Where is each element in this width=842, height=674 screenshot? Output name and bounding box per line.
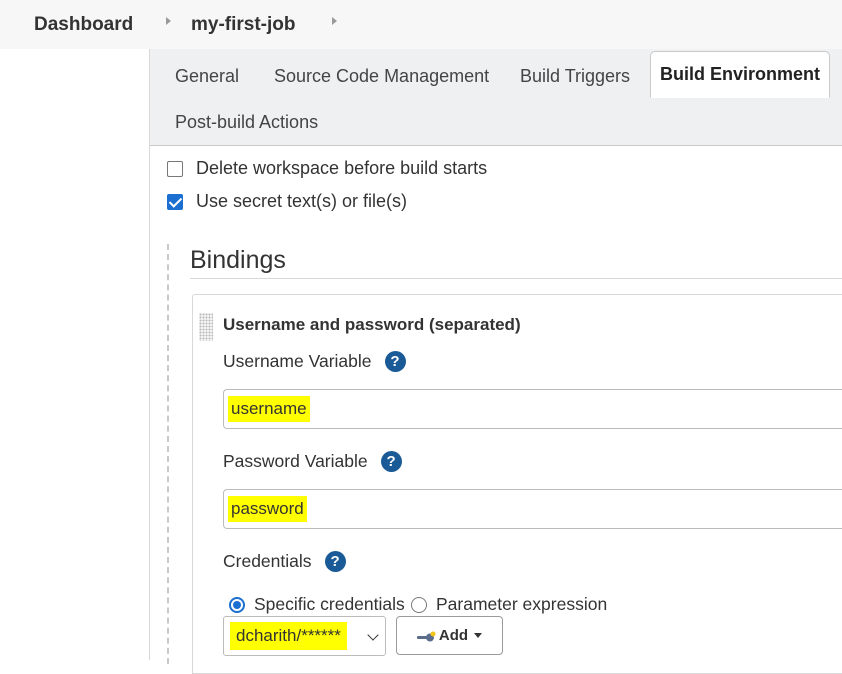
breadcrumb-dashboard[interactable]: Dashboard	[34, 14, 133, 36]
tab-general[interactable]: General	[175, 66, 239, 87]
parameter-expression-option[interactable]: Parameter expression	[411, 594, 607, 615]
credentials-label: Credentials ?	[223, 551, 346, 572]
username-variable-label: Username Variable ?	[223, 351, 406, 372]
help-icon[interactable]: ?	[384, 351, 406, 372]
credentials-selected-value: dcharith/******	[230, 622, 347, 650]
tab-build-environment[interactable]: Build Environment	[650, 51, 830, 98]
tab-source-code-management[interactable]: Source Code Management	[274, 66, 489, 87]
parameter-expression-radio[interactable]	[411, 596, 427, 613]
caret-down-icon	[474, 633, 483, 638]
delete-workspace-checkbox[interactable]	[167, 160, 183, 177]
password-variable-input[interactable]: password	[223, 489, 842, 529]
tab-build-triggers[interactable]: Build Triggers	[520, 66, 630, 87]
username-variable-value: username	[228, 396, 310, 422]
username-variable-text: Username Variable	[223, 351, 372, 371]
specific-credentials-option[interactable]: Specific credentials	[229, 594, 405, 615]
parameter-expression-label: Parameter expression	[436, 594, 608, 614]
key-icon	[416, 630, 437, 642]
password-variable-text: Password Variable	[223, 451, 368, 471]
section-indent-line	[167, 244, 169, 664]
username-variable-input[interactable]: username	[223, 389, 842, 429]
binding-type-title: Username and password (separated)	[223, 315, 521, 334]
use-secret-label: Use secret text(s) or file(s)	[196, 191, 408, 211]
tab-post-build-actions[interactable]: Post-build Actions	[175, 112, 318, 133]
breadcrumb: Dashboard my-first-job	[0, 0, 842, 49]
password-variable-value: password	[228, 496, 307, 522]
drag-handle-icon[interactable]	[199, 313, 213, 341]
use-secret-option[interactable]: Use secret text(s) or file(s)	[167, 191, 407, 212]
password-variable-label: Password Variable ?	[223, 451, 402, 472]
config-tabs: General Source Code Management Build Tri…	[150, 49, 842, 146]
add-credentials-button[interactable]: Add	[396, 616, 503, 655]
chevron-right-icon[interactable]	[332, 17, 337, 25]
specific-credentials-radio[interactable]	[229, 596, 245, 613]
delete-workspace-label: Delete workspace before build starts	[196, 158, 488, 178]
help-icon[interactable]: ?	[380, 451, 402, 472]
breadcrumb-job[interactable]: my-first-job	[191, 14, 296, 36]
use-secret-checkbox[interactable]	[167, 193, 183, 210]
bindings-divider	[190, 278, 842, 279]
chevron-down-icon	[367, 629, 379, 641]
bindings-heading: Bindings	[190, 246, 286, 274]
delete-workspace-option[interactable]: Delete workspace before build starts	[167, 158, 487, 179]
credentials-text: Credentials	[223, 551, 312, 571]
help-icon[interactable]: ?	[324, 551, 346, 572]
chevron-right-icon[interactable]	[166, 17, 171, 25]
add-button-label: Add	[438, 627, 469, 644]
specific-credentials-label: Specific credentials	[254, 594, 405, 614]
credentials-select[interactable]: dcharith/******	[223, 616, 386, 656]
